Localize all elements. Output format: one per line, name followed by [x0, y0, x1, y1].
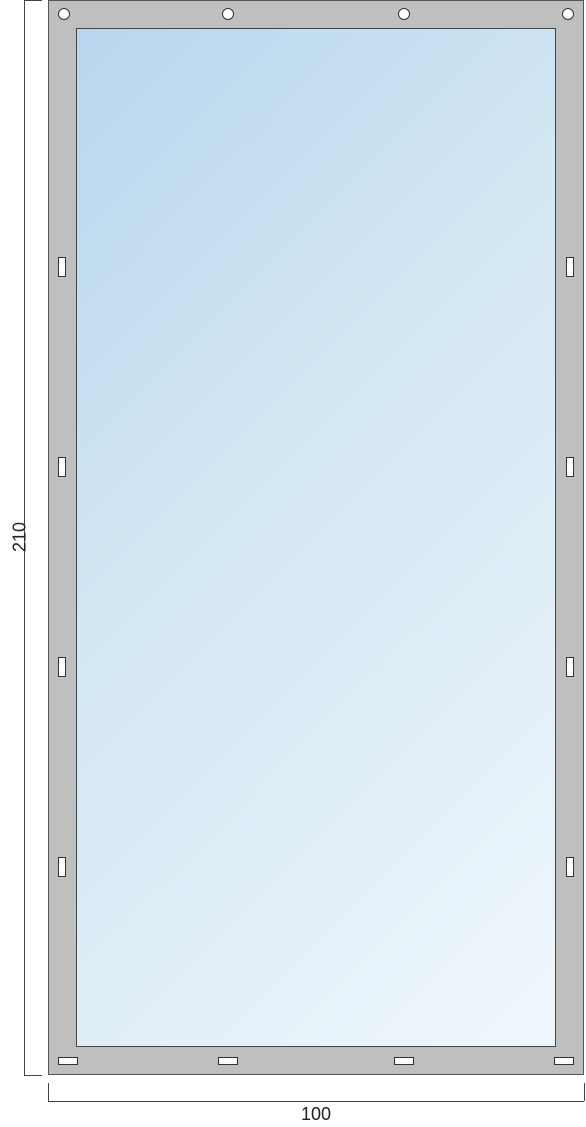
- height-dimension-label: 210: [10, 517, 31, 557]
- mount-hole-icon: [562, 8, 574, 20]
- dimension-tick: [24, 1075, 42, 1076]
- side-slot-icon: [58, 857, 66, 877]
- bottom-slot-icon: [394, 1057, 414, 1065]
- bottom-slot-icon: [554, 1057, 574, 1065]
- panel-diagram: 210 100: [0, 0, 586, 1127]
- side-slot-icon: [58, 457, 66, 477]
- side-slot-icon: [566, 857, 574, 877]
- mount-hole-icon: [398, 8, 410, 20]
- dimension-tick: [24, 0, 42, 1]
- glass-pane: [76, 28, 556, 1047]
- width-dimension-label: 100: [301, 1104, 331, 1125]
- bottom-slot-icon: [58, 1057, 78, 1065]
- side-slot-icon: [566, 657, 574, 677]
- mount-hole-icon: [222, 8, 234, 20]
- side-slot-icon: [566, 257, 574, 277]
- side-slot-icon: [58, 257, 66, 277]
- side-slot-icon: [566, 457, 574, 477]
- side-slot-icon: [58, 657, 66, 677]
- dimension-tick: [48, 1083, 49, 1101]
- bottom-slot-icon: [218, 1057, 238, 1065]
- dimension-tick: [584, 1083, 585, 1101]
- dimension-line-horizontal: [48, 1101, 584, 1102]
- mount-hole-icon: [58, 8, 70, 20]
